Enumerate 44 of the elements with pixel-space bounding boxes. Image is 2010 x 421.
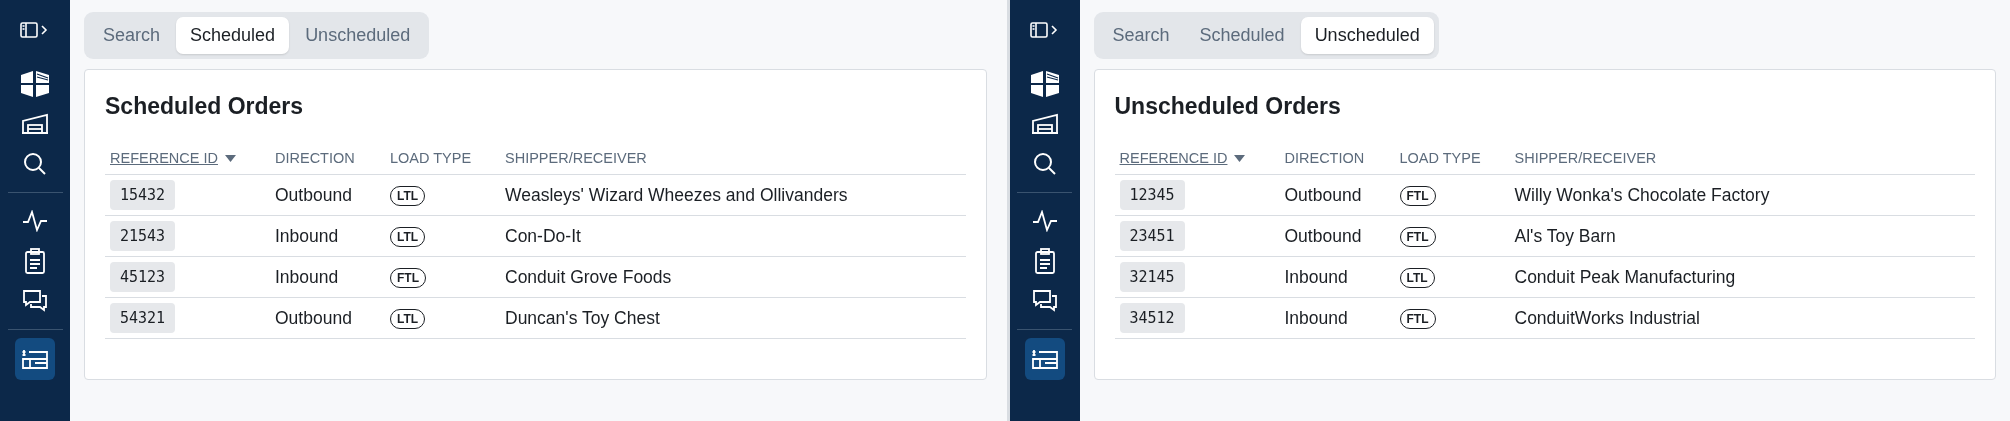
table-cell: Inbound [1284, 266, 1348, 287]
table-cell: Duncan's Toy Chest [505, 307, 660, 328]
column-header: SHIPPER/RECEIVER [1514, 150, 1657, 166]
sort-caret-icon[interactable] [224, 154, 236, 162]
table-cell: Willy Wonka's Chocolate Factory [1514, 184, 1770, 205]
tab[interactable]: Scheduled [176, 17, 290, 54]
tab[interactable]: Unscheduled [291, 17, 425, 54]
sortable-column-header[interactable]: REFERENCE ID [110, 150, 218, 166]
card-title: Scheduled Orders [105, 93, 305, 120]
column-header: DIRECTION [275, 150, 355, 166]
table-cell: Conduit Grove Foods [505, 266, 672, 287]
tab[interactable]: Unscheduled [1300, 17, 1434, 54]
tab[interactable]: Search [89, 17, 175, 54]
reference-id-tag: 32145 [1119, 262, 1185, 292]
reference-id-tag: 12345 [1119, 180, 1185, 210]
column-header: LOAD TYPE [390, 150, 472, 166]
table-cell: Outbound [1284, 225, 1362, 246]
table-cell: Inbound [275, 266, 339, 287]
sortable-column-header[interactable]: REFERENCE ID [1119, 150, 1228, 166]
tab[interactable]: Scheduled [1185, 17, 1299, 54]
reference-id-tag: 21543 [110, 221, 176, 251]
card-title: Unscheduled Orders [1114, 93, 1342, 120]
reference-id-tag: 34512 [1119, 303, 1185, 333]
reference-id-tag: 45123 [110, 262, 176, 292]
billing-icon[interactable] [15, 338, 55, 380]
reference-id-tag: 15432 [110, 180, 176, 210]
table-cell: Weasleys' Wizard Wheezes and Ollivanders [505, 184, 848, 205]
tab[interactable]: Search [1098, 17, 1184, 54]
column-header: LOAD TYPE [1399, 150, 1481, 166]
column-header: SHIPPER/RECEIVER [505, 150, 647, 166]
table-cell: Con-Do-It [505, 225, 581, 246]
table-cell: Conduit Peak Manufacturing [1514, 266, 1736, 287]
billing-icon[interactable] [1024, 338, 1065, 380]
table-cell: Al's Toy Barn [1514, 225, 1616, 246]
column-header: DIRECTION [1284, 150, 1365, 166]
table-cell: ConduitWorks Industrial [1514, 307, 1700, 328]
table-cell: Outbound [275, 184, 352, 205]
reference-id-tag: 23451 [1119, 221, 1185, 251]
table-cell: Outbound [1284, 184, 1362, 205]
table-cell: Outbound [275, 307, 352, 328]
table-cell: Inbound [275, 225, 339, 246]
reference-id-tag: 54321 [110, 303, 176, 333]
table-cell: Inbound [1284, 307, 1348, 328]
sort-caret-icon[interactable] [1234, 154, 1246, 162]
